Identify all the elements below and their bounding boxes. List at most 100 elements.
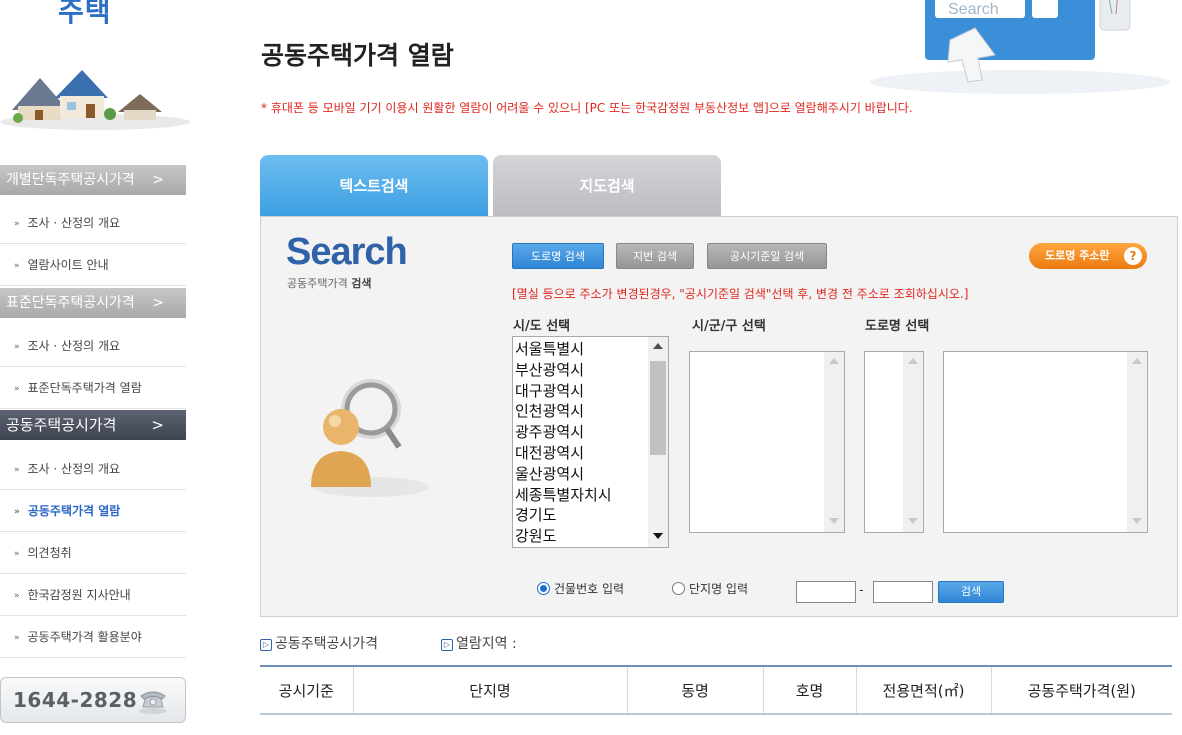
sido-option[interactable]: 서울특별시 [515, 339, 612, 360]
sidebar-item-label: 열람사이트 안내 [27, 258, 109, 272]
sido-option[interactable]: 인천광역시 [515, 401, 612, 422]
road-name-scrollbar[interactable] [1127, 352, 1147, 532]
bullet-icon: » [14, 633, 20, 643]
chevron-right-icon: > [151, 416, 164, 434]
sidebar-section-label: 공동주택공시가격 [6, 416, 117, 434]
sido-option[interactable]: 광주광역시 [515, 422, 612, 443]
radio-complex-label: 단지명 입력 [689, 582, 749, 596]
phone-banner[interactable]: 1644-2828 [0, 677, 186, 723]
building-number-sub-input[interactable] [873, 581, 933, 603]
sidebar-item-opinion[interactable]: » 의견청취 [0, 532, 186, 574]
sidebar-item-label: 한국감정원 지사안내 [27, 588, 131, 602]
bullet-icon: » [14, 549, 20, 559]
road-initial-select[interactable] [864, 351, 924, 533]
radio-checked-icon[interactable] [537, 582, 550, 595]
radio-unchecked-icon[interactable] [672, 582, 685, 595]
sido-option[interactable]: 경기도 [515, 505, 612, 526]
radio-complex-name[interactable]: 단지명 입력 [672, 580, 748, 597]
scroll-down-icon[interactable] [653, 533, 663, 539]
radio-building-label: 건물번호 입력 [554, 582, 625, 596]
bullet-icon: » [14, 342, 20, 352]
scroll-up-icon[interactable] [829, 358, 839, 364]
sidebar-item-standard-price[interactable]: » 표준단독주택가격 열람 [0, 367, 186, 409]
sidebar-item-label: 공동주택가격 열람 [27, 504, 121, 518]
scroll-down-icon[interactable] [1132, 518, 1142, 524]
sidebar-item-survey-overview-3[interactable]: » 조사 · 산정의 개요 [0, 448, 186, 490]
table-header-row: 공시기준 단지명 동명 호명 전용면적(㎡) 공동주택가격(원) [260, 665, 1172, 715]
sidebar: 주택 개별단독주택공시가격 > » 조사 · 산정의 개요 » 열람사이트 안내 표… [0, 0, 190, 735]
phone-number: 1644-2828 [13, 688, 138, 712]
address-change-notice: [멸실 등으로 주소가 변경된경우, "공시기준일 검색"선택 후, 변경 전 … [512, 287, 969, 301]
help-icon: ? [1124, 247, 1142, 265]
scroll-down-icon[interactable] [829, 518, 839, 524]
bullet-icon: » [14, 507, 20, 517]
bullet-icon: » [14, 219, 20, 229]
search-button[interactable]: 검색 [938, 581, 1004, 603]
tab-text-search[interactable]: 텍스트검색 [260, 155, 488, 217]
person-magnifier-illustration [311, 379, 429, 497]
sido-option[interactable]: 대구광역시 [515, 381, 612, 402]
sidebar-item-label: 조사 · 산정의 개요 [27, 462, 121, 476]
sido-select[interactable]: 서울특별시 부산광역시 대구광역시 인천광역시 광주광역시 대전광역시 울산광역… [512, 336, 669, 548]
sido-option[interactable]: 울산광역시 [515, 464, 612, 485]
houses-illustration [0, 70, 190, 130]
sidebar-item-survey-overview-1[interactable]: » 조사 · 산정의 개요 [0, 202, 186, 244]
search-logo: Search [286, 231, 408, 273]
sidebar-item-branch-guide[interactable]: » 한국감정원 지사안내 [0, 574, 186, 616]
building-number-main-input[interactable] [796, 581, 856, 603]
region-info-label: ▷ 열람지역 : [441, 633, 517, 653]
page-title: 공동주택가격 열람 [261, 41, 454, 70]
region-info-text: 열람지역 : [456, 636, 517, 652]
chevron-right-icon: > [152, 172, 164, 188]
scroll-up-icon[interactable] [1132, 358, 1142, 364]
jibun-search-button[interactable]: 지번 검색 [616, 243, 694, 269]
bullet-icon: » [14, 591, 20, 601]
sido-option[interactable]: 대전광역시 [515, 443, 612, 464]
sidebar-item-usage[interactable]: » 공동주택가격 활용분야 [0, 616, 186, 658]
scroll-up-icon[interactable] [908, 358, 918, 364]
bullet-icon: » [14, 261, 20, 271]
radio-building-number[interactable]: 건물번호 입력 [537, 580, 624, 597]
col-header-unit: 호명 [763, 665, 857, 715]
sidebar-item-site-guide[interactable]: » 열람사이트 안내 [0, 244, 186, 286]
scroll-down-icon[interactable] [908, 518, 918, 524]
tab-map-search[interactable]: 지도검색 [493, 155, 721, 217]
sido-option[interactable]: 강원도 [515, 526, 612, 547]
search-panel: Search 공동주택가격 검색 도로명 검색 지번 검색 공시기준일 검색 도… [260, 216, 1178, 617]
sidebar-section-individual[interactable]: 개별단독주택공시가격 > [0, 165, 186, 195]
search-subtitle-plain: 공동주택가격 [287, 277, 352, 290]
road-address-info-button[interactable]: 도로명 주소란 ? [1029, 243, 1147, 269]
search-hero-illustration: Search [870, 0, 1170, 94]
road-address-info-label: 도로명 주소란 [1045, 249, 1110, 262]
sido-option[interactable]: 세종특별자치시 [515, 485, 612, 506]
sidebar-item-label: 조사 · 산정의 개요 [27, 216, 121, 230]
sido-scrollbar[interactable] [648, 337, 668, 547]
scroll-up-icon[interactable] [653, 343, 663, 349]
date-search-button[interactable]: 공시기준일 검색 [707, 243, 827, 269]
sidebar-item-survey-overview-2[interactable]: » 조사 · 산정의 개요 [0, 325, 186, 367]
mobile-notice: * 휴대폰 등 모바일 기기 이용시 원활한 열람이 어려울 수 있으니 [PC… [261, 101, 913, 115]
road-initial-scrollbar[interactable] [903, 352, 923, 532]
number-separator: - [859, 583, 864, 598]
sigungu-label: 시/군/구 선택 [692, 319, 766, 334]
sido-option[interactable]: 부산광역시 [515, 360, 612, 381]
arrow-box-icon: ▷ [441, 639, 453, 651]
road-label: 도로명 선택 [865, 319, 930, 334]
road-search-button[interactable]: 도로명 검색 [512, 243, 604, 269]
sigungu-scrollbar[interactable] [824, 352, 844, 532]
sidebar-section-apartment[interactable]: 공동주택공시가격 > [0, 410, 186, 440]
col-header-building: 동명 [627, 665, 764, 715]
sidebar-item-apartment-price[interactable]: » 공동주택가격 열람 [0, 490, 186, 532]
scroll-thumb[interactable] [650, 361, 666, 455]
search-subtitle: 공동주택가격 검색 [287, 275, 371, 291]
result-table: 공시기준 단지명 동명 호명 전용면적(㎡) 공동주택가격(원) [260, 665, 1172, 715]
sido-label: 시/도 선택 [513, 319, 571, 334]
bullet-icon: » [14, 384, 20, 394]
sidebar-section-label: 표준단독주택공시가격 [6, 295, 135, 311]
svg-text:Search: Search [948, 1, 999, 18]
col-header-price: 공동주택가격(원) [991, 665, 1172, 715]
bullet-icon: » [14, 465, 20, 475]
sigungu-select[interactable] [689, 351, 845, 533]
road-name-select[interactable] [943, 351, 1148, 533]
sidebar-section-standard[interactable]: 표준단독주택공시가격 > [0, 288, 186, 318]
